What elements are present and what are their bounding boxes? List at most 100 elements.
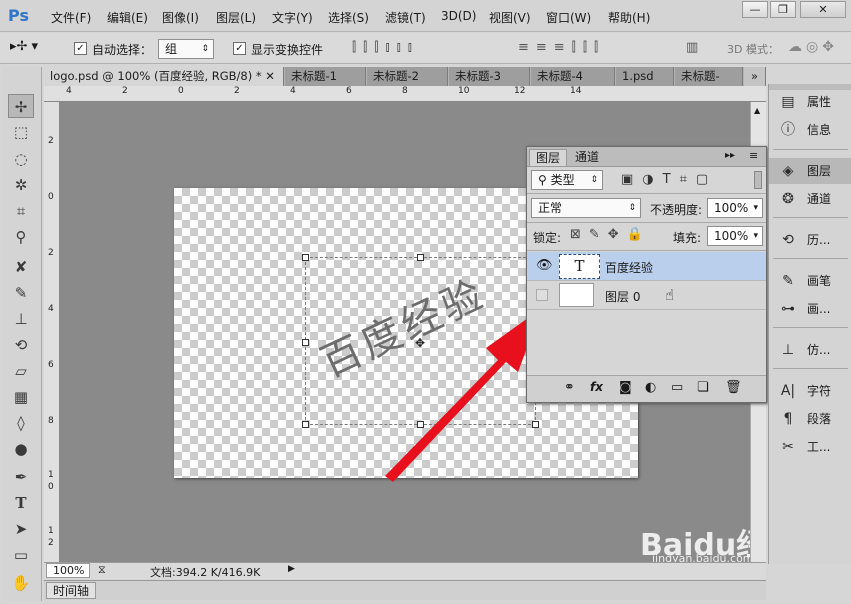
dock-channels[interactable]: ❂ 通道 [769, 186, 851, 212]
tab-untitled-1[interactable]: 未标题-1 [285, 67, 366, 86]
ruler-tick: 4 [290, 86, 296, 96]
auto-align-icon[interactable]: ▥ [686, 40, 698, 55]
menu-image[interactable]: 图像(I) [162, 9, 199, 26]
link-layers-icon[interactable]: ⚭ [564, 380, 575, 395]
new-layer-icon[interactable]: ❏ [697, 380, 709, 395]
history-brush-tool-icon[interactable]: ⟲ [8, 333, 34, 357]
fill-input[interactable]: 100% ▾ [707, 226, 763, 246]
tab-channels[interactable]: 通道 [569, 149, 605, 166]
close-tab-icon[interactable]: ✕ [265, 69, 275, 83]
menu-select[interactable]: 选择(S) [328, 9, 369, 26]
layer-name[interactable]: 图层 0 [605, 288, 640, 305]
fill-value: 100% [714, 229, 749, 243]
dock-clone-source[interactable]: ⊥ 仿... [769, 337, 851, 363]
tab-untitled-3[interactable]: 未标题-3 [449, 67, 530, 86]
auto-select-target-dropdown[interactable]: 组 ⇕ [158, 39, 214, 59]
add-mask-icon[interactable]: ◙ [619, 380, 632, 395]
layer-filter-dropdown[interactable]: ⚲ 类型 ⇕ [531, 170, 603, 190]
quick-select-tool-icon[interactable]: ✲ [8, 173, 34, 197]
collapse-panel-icon[interactable]: ▸▸ [725, 150, 735, 161]
dock-tool-presets[interactable]: ✂ 工... [769, 434, 851, 460]
close-button[interactable]: ✕ [800, 1, 846, 18]
clone-source-icon: ⊥ [781, 342, 795, 358]
divider [773, 149, 848, 150]
dodge-tool-icon[interactable]: ● [8, 437, 34, 461]
tab-logo-psd[interactable]: logo.psd @ 100% (百度经验, RGB/8) * ✕ [44, 67, 284, 86]
menu-window[interactable]: 窗口(W) [546, 9, 591, 26]
filter-type-icons[interactable]: ▣◑T⌗▢ [621, 172, 717, 187]
healing-brush-tool-icon[interactable]: ✘ [8, 255, 34, 279]
restore-button[interactable]: ❐ [770, 1, 796, 18]
type-tool-icon[interactable]: T [8, 491, 34, 515]
move-tool-icon[interactable]: ✢ [8, 94, 34, 118]
hidden-visibility-icon[interactable] [536, 289, 548, 301]
zoom-level-field[interactable]: 100% [46, 563, 90, 578]
status-bar: 100% ⧖ 文档:394.2 K/416.9K ▶ [44, 562, 766, 579]
ruler-tick: 6 [48, 360, 54, 370]
3d-mode-icons[interactable]: ☁◎✥ [788, 39, 838, 55]
dock-properties[interactable]: ▤ 属性 [769, 89, 851, 115]
blur-tool-icon[interactable]: ◊ [8, 411, 34, 435]
photoshop-logo: Ps [8, 6, 29, 25]
hand-tool-icon[interactable]: ✋ [8, 571, 34, 595]
ruler-tick: 4 [66, 86, 72, 96]
tab-untitled-4[interactable]: 未标题-4 [531, 67, 615, 86]
crop-tool-icon[interactable]: ⌗ [8, 199, 34, 223]
path-select-tool-icon[interactable]: ➤ [8, 517, 34, 541]
tab-1-psd[interactable]: 1.psd [616, 67, 674, 86]
menu-edit[interactable]: 编辑(E) [107, 9, 148, 26]
adjustment-layer-icon[interactable]: ◐ [645, 380, 656, 395]
menu-help[interactable]: 帮助(H) [608, 9, 650, 26]
dock-paragraph[interactable]: ¶ 段落 [769, 406, 851, 432]
layer-row-pixel[interactable]: 图层 0 ☝ [527, 281, 766, 310]
menu-layer[interactable]: 图层(L) [216, 9, 256, 26]
panel-menu-icon[interactable]: ≡ [749, 149, 758, 162]
stamp-tool-icon[interactable]: ⊥ [8, 307, 34, 331]
timeline-tab[interactable]: 时间轴 [46, 582, 96, 599]
more-tabs-icon[interactable]: » [744, 67, 766, 86]
menu-view[interactable]: 视图(V) [489, 9, 531, 26]
show-transform-checkbox[interactable]: ✓ [233, 42, 246, 55]
blend-mode-dropdown[interactable]: 正常 ⇕ [531, 198, 641, 218]
dock-layers[interactable]: ◈ 图层 [769, 158, 851, 184]
eyedropper-tool-icon[interactable]: ⚲ [8, 225, 34, 249]
dock-character[interactable]: A| 字符 [769, 378, 851, 404]
dock-brush-presets[interactable]: ⊶ 画... [769, 296, 851, 322]
tab-untitled-2[interactable]: 未标题-2 [367, 67, 448, 86]
lasso-tool-icon[interactable]: ◌ [8, 147, 34, 171]
delete-layer-icon[interactable]: 🗑 [725, 380, 742, 395]
blend-mode-value: 正常 [538, 201, 563, 215]
pen-tool-icon[interactable]: ✒ [8, 465, 34, 489]
lock-icons[interactable]: ⊠✎✥🔒 [570, 227, 651, 242]
eye-visibility-icon[interactable]: 👁 [536, 258, 553, 273]
gradient-tool-icon[interactable]: ▦ [8, 385, 34, 409]
marquee-tool-icon[interactable]: ⬚ [8, 120, 34, 144]
opacity-input[interactable]: 100% ▾ [707, 198, 763, 218]
dock-history[interactable]: ⟲ 历... [769, 227, 851, 253]
dock-info[interactable]: ⓘ 信息 [769, 117, 851, 143]
fx-icon[interactable]: fx [590, 380, 603, 394]
new-group-icon[interactable]: ▭ [671, 380, 683, 395]
menu-file[interactable]: 文件(F) [51, 9, 91, 26]
tab-layers[interactable]: 图层 [529, 149, 568, 166]
move-tool-preset-icon[interactable]: ▸✢ ▾ [10, 39, 38, 54]
filter-toggle-switch[interactable] [754, 171, 762, 189]
dock-brush[interactable]: ✎ 画笔 [769, 268, 851, 294]
status-options-icon[interactable]: ⧖ [98, 563, 106, 577]
align-icons[interactable]: ⫿⫿⫿⫾⫾⫾ [352, 40, 419, 55]
status-menu-arrow-icon[interactable]: ▶ [288, 564, 295, 574]
distribute-icons[interactable]: ≡≡≡⫿⫿⫿ [518, 40, 605, 55]
brush-tool-icon[interactable]: ✎ [8, 281, 34, 305]
auto-select-checkbox[interactable]: ✓ [74, 42, 87, 55]
scroll-up-icon[interactable]: ▲ [754, 106, 760, 115]
properties-icon: ▤ [781, 94, 795, 110]
eraser-tool-icon[interactable]: ▱ [8, 359, 34, 383]
menu-type[interactable]: 文字(Y) [272, 9, 313, 26]
menu-filter[interactable]: 滤镜(T) [385, 9, 426, 26]
minimize-button[interactable]: — [742, 1, 768, 18]
layer-name[interactable]: 百度经验 [605, 259, 653, 276]
layer-row-text[interactable]: 👁 T 百度经验 [527, 252, 766, 281]
shape-tool-icon[interactable]: ▭ [8, 543, 34, 567]
tab-untitled-more[interactable]: 未标题- [675, 67, 743, 86]
menu-3d[interactable]: 3D(D) [441, 9, 476, 23]
